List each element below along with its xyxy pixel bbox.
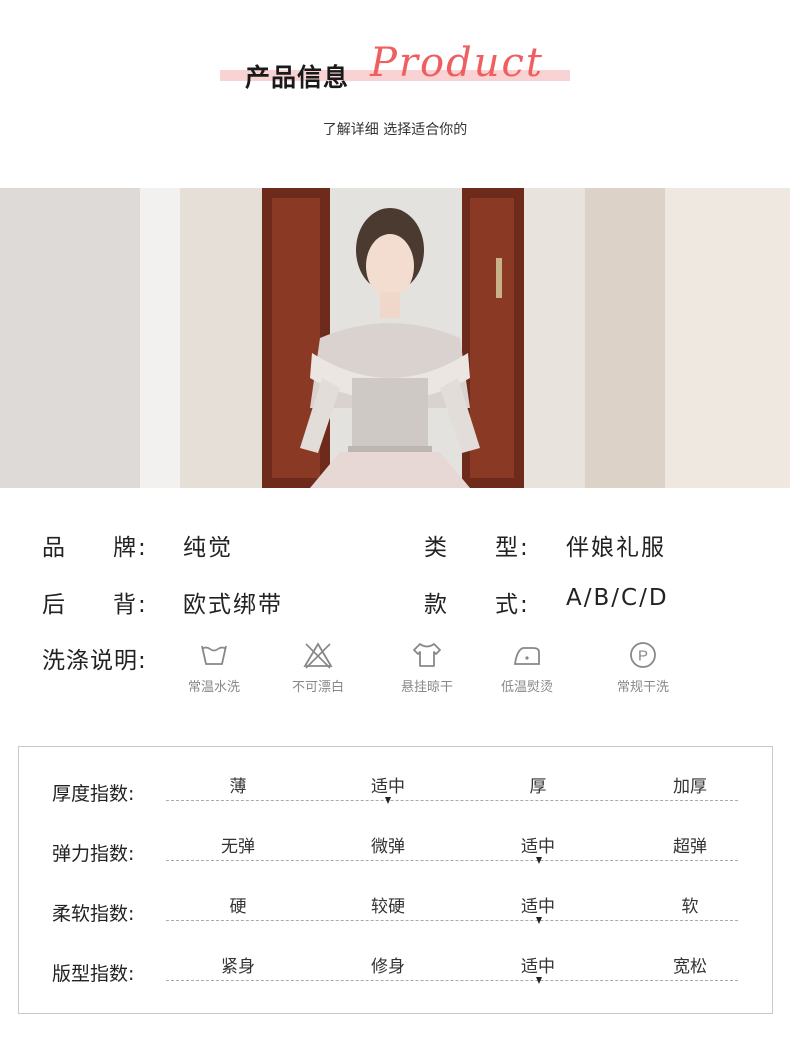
style-label-char-1: 款 bbox=[424, 592, 449, 618]
back-label-colon: : bbox=[138, 592, 148, 618]
fit-index-line bbox=[166, 980, 738, 981]
wash-basin-icon bbox=[201, 645, 227, 665]
brand-label-char-2: 牌 bbox=[113, 535, 138, 561]
brand-value: 纯觉 bbox=[183, 535, 233, 561]
thickness-option: 加厚 bbox=[673, 777, 707, 797]
softness-index-label: 柔软指数: bbox=[52, 903, 135, 925]
thickness-selected-marker bbox=[385, 797, 391, 804]
care-item-low-iron: 低温熨烫 bbox=[482, 640, 572, 695]
care-label: 洗涤说明: bbox=[42, 648, 147, 674]
thickness-index-label: 厚度指数: bbox=[52, 783, 135, 805]
type-value: 伴娘礼服 bbox=[566, 535, 666, 561]
elasticity-option: 适中 bbox=[521, 837, 555, 857]
fit-selected-marker bbox=[536, 977, 542, 984]
fit-index-label: 版型指数: bbox=[52, 963, 135, 985]
product-photo-illustration bbox=[0, 188, 790, 488]
care-item-no-bleach: 不可漂白 bbox=[273, 640, 363, 695]
elasticity-index-label: 弹力指数: bbox=[52, 843, 135, 865]
low-iron-icon bbox=[513, 647, 540, 665]
thickness-option: 厚 bbox=[529, 777, 547, 797]
care-item-label: 常温水洗 bbox=[187, 680, 240, 695]
style-label-char-2: 式 bbox=[495, 592, 520, 618]
softness-option: 软 bbox=[681, 897, 699, 917]
hang-dry-icon bbox=[413, 643, 441, 667]
style-label: 款 式: bbox=[424, 585, 530, 619]
softness-selected-marker bbox=[536, 917, 542, 924]
type-label: 类 型: bbox=[424, 528, 530, 562]
care-item-hang-dry: 悬挂晾干 bbox=[382, 640, 472, 695]
softness-option: 适中 bbox=[521, 897, 555, 917]
elasticity-option: 微弹 bbox=[371, 837, 405, 857]
fit-option: 宽松 bbox=[673, 957, 707, 977]
softness-option: 硬 bbox=[229, 897, 247, 917]
elasticity-selected-marker bbox=[536, 857, 542, 864]
care-item-dry-clean: P 常规干洗 bbox=[598, 640, 688, 695]
thickness-option: 适中 bbox=[371, 777, 405, 797]
type-label-colon: : bbox=[520, 535, 530, 561]
dry-clean-p-icon: P bbox=[630, 642, 656, 668]
product-photo bbox=[0, 188, 790, 488]
care-item-label: 悬挂晾干 bbox=[400, 680, 453, 695]
type-label-char-1: 类 bbox=[424, 535, 449, 561]
fit-option: 紧身 bbox=[221, 957, 255, 977]
back-value: 欧式绑带 bbox=[183, 592, 283, 618]
care-item-wash: 常温水洗 bbox=[169, 640, 259, 695]
section-title: 产品信息 bbox=[245, 63, 350, 92]
elasticity-option: 超弹 bbox=[673, 837, 707, 857]
thickness-index-line bbox=[166, 800, 738, 801]
section-title-en: Product bbox=[370, 40, 544, 86]
style-label-colon: : bbox=[520, 592, 530, 618]
brand-label-char-1: 品 bbox=[42, 535, 67, 561]
back-label-char-1: 后 bbox=[42, 592, 67, 618]
softness-index-line bbox=[166, 920, 738, 921]
elasticity-index-line bbox=[166, 860, 738, 861]
back-label-char-2: 背 bbox=[113, 592, 138, 618]
care-item-label: 常规干洗 bbox=[616, 680, 669, 695]
type-label-char-2: 型 bbox=[495, 535, 520, 561]
fit-option: 适中 bbox=[521, 957, 555, 977]
brand-label: 品 牌: bbox=[42, 528, 148, 562]
back-label: 后 背: bbox=[42, 585, 148, 619]
no-bleach-icon bbox=[303, 642, 333, 669]
elasticity-option: 无弹 bbox=[221, 837, 255, 857]
dry-clean-symbol: P bbox=[638, 648, 648, 665]
care-item-label: 低温熨烫 bbox=[500, 680, 553, 695]
style-value: A/B/C/D bbox=[566, 585, 669, 611]
fit-option: 修身 bbox=[371, 957, 405, 977]
care-item-label: 不可漂白 bbox=[291, 680, 344, 695]
thickness-option: 薄 bbox=[229, 777, 247, 797]
brand-label-colon: : bbox=[138, 535, 148, 561]
section-subtitle: 了解详细 选择适合你的 bbox=[322, 122, 468, 138]
softness-option: 较硬 bbox=[371, 897, 405, 917]
